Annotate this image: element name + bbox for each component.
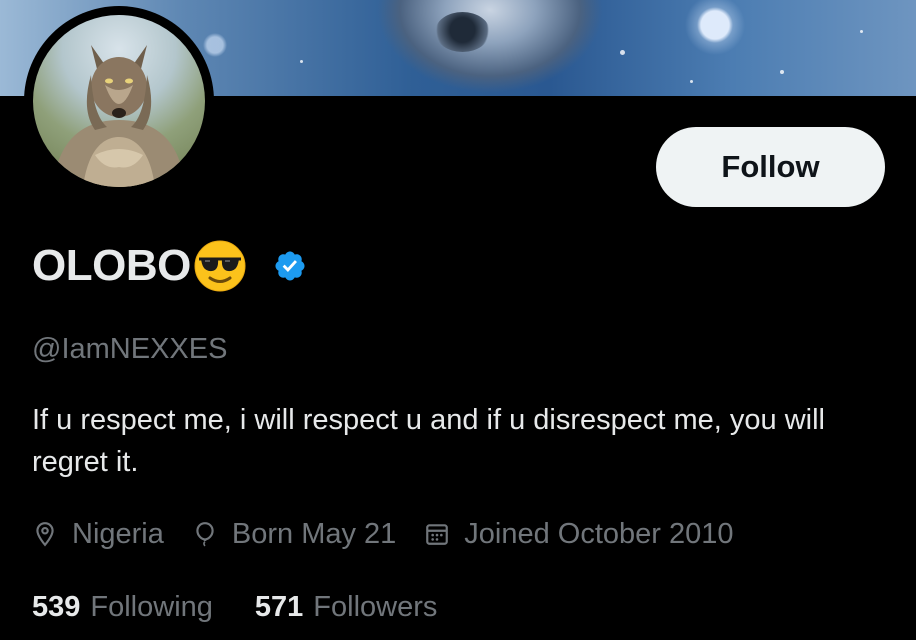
avatar-image: [33, 15, 205, 187]
balloon-icon: [196, 522, 214, 547]
meta-location: Nigeria: [32, 518, 164, 551]
following-count: 539: [32, 590, 81, 623]
profile-handle: @IamNEXXES: [32, 333, 228, 365]
verified-badge-icon[interactable]: [273, 249, 307, 283]
location-pin-icon: [36, 522, 54, 547]
followers-count: 571: [254, 590, 304, 623]
profile-stats: 539 Following 571 Followers: [32, 585, 479, 629]
following-link[interactable]: 539 Following: [32, 591, 213, 624]
location-text: Nigeria: [72, 517, 164, 550]
profile-bio: If u respect me, i will respect u and if…: [32, 404, 825, 478]
joined-text: Joined October 2010: [464, 517, 734, 550]
display-name: OLOBO: [32, 241, 191, 290]
meta-birthday: Born May 21: [192, 518, 396, 551]
profile-name-row: OLOBO: [32, 236, 307, 296]
followers-label: Followers: [313, 590, 438, 623]
banner-wolf-image: [435, 12, 490, 52]
following-label: Following: [90, 590, 213, 623]
followers-link[interactable]: 571 Followers: [255, 591, 437, 624]
birthday-text: Born May 21: [231, 517, 397, 550]
sunglasses-emoji-icon: [194, 240, 246, 292]
profile-meta: Nigeria Born May 21 Joined October 2010: [32, 512, 762, 556]
follow-button[interactable]: Follow: [656, 127, 885, 207]
calendar-icon: [426, 524, 449, 545]
meta-joined: Joined October 2010: [424, 517, 734, 551]
avatar[interactable]: [24, 6, 214, 196]
